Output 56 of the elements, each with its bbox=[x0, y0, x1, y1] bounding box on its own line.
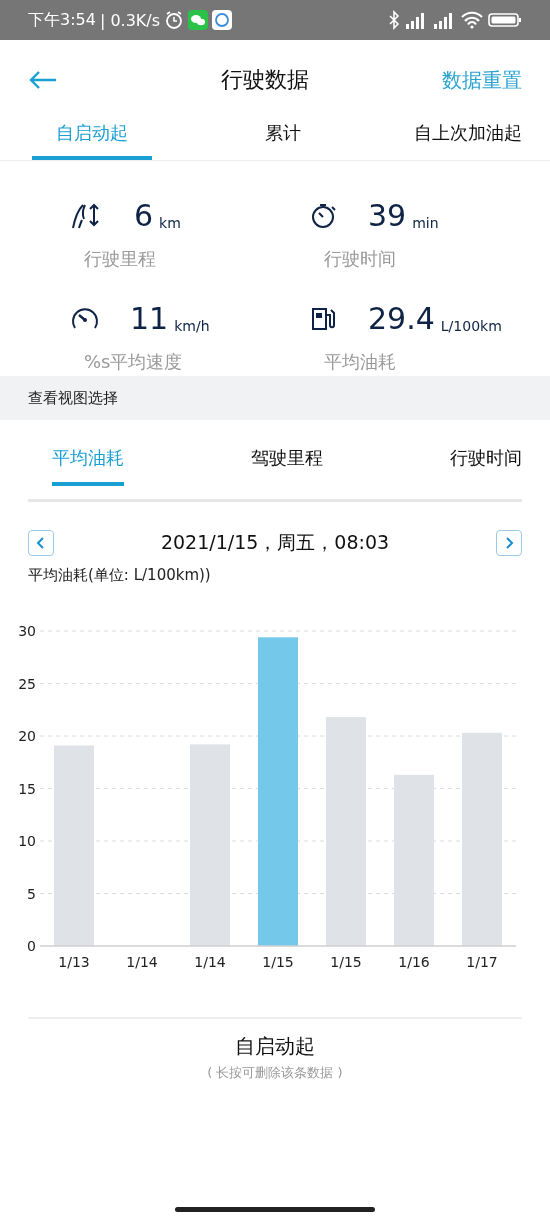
stat-unit: km bbox=[159, 215, 181, 231]
y-tick-label: 25 bbox=[18, 675, 36, 692]
battery-icon bbox=[488, 12, 522, 28]
stat-unit: km/h bbox=[174, 317, 210, 334]
view-tab[interactable]: 驾驶里程 bbox=[251, 446, 323, 486]
chat-app-icon bbox=[188, 10, 209, 30]
bar[interactable] bbox=[190, 744, 230, 946]
alarm-icon bbox=[164, 10, 185, 30]
back-arrow-icon[interactable] bbox=[28, 70, 58, 90]
wifi-icon bbox=[460, 11, 484, 29]
status-time: 下午3:54 bbox=[28, 9, 96, 31]
date-label: 2021/1/15，周五，08:03 bbox=[160, 530, 390, 555]
stat-unit: L/100km bbox=[440, 317, 502, 334]
bar[interactable] bbox=[394, 774, 434, 946]
x-tick-label: 1/15 bbox=[262, 954, 294, 970]
previous-button[interactable] bbox=[28, 530, 54, 556]
record-title: 自启动起 bbox=[235, 1033, 315, 1060]
y-tick-label: 5 bbox=[27, 885, 36, 902]
view-tab[interactable]: 行驶时间 bbox=[450, 446, 522, 486]
x-tick-label: 1/16 bbox=[398, 954, 430, 970]
stat-value: 6 bbox=[134, 201, 154, 231]
chevron-left-icon bbox=[36, 536, 46, 550]
x-tick-label: 1/15 bbox=[330, 954, 362, 970]
message-app-icon bbox=[212, 10, 233, 30]
stat-label: %s平均速度 bbox=[84, 349, 184, 374]
stat-unit: min bbox=[412, 215, 439, 231]
bar[interactable] bbox=[462, 732, 502, 946]
stat-label: 行驶里程 bbox=[84, 247, 157, 271]
page-title: 行驶数据 bbox=[220, 66, 310, 94]
x-tick-label: 1/14 bbox=[194, 954, 226, 970]
stat-value: 29.4 bbox=[368, 303, 435, 334]
stopwatch-icon bbox=[310, 202, 338, 230]
tab[interactable]: 自上次加油起 bbox=[414, 120, 522, 160]
x-tick-label: 1/14 bbox=[126, 954, 158, 970]
y-tick-label: 10 bbox=[18, 833, 36, 849]
chart-title: 平均油耗(单位: L/100km)) bbox=[27, 565, 212, 585]
x-tick-label: 1/17 bbox=[466, 954, 498, 970]
bar[interactable] bbox=[258, 637, 298, 946]
section-title: 查看视图选择 bbox=[28, 388, 118, 408]
y-tick-label: 20 bbox=[18, 728, 36, 744]
next-button[interactable] bbox=[496, 530, 522, 556]
bar[interactable] bbox=[54, 745, 94, 946]
bluetooth-icon bbox=[388, 10, 400, 30]
stat-value: 11 bbox=[130, 303, 169, 334]
stat-value: 39 bbox=[368, 201, 407, 231]
stat-label: 平均油耗 bbox=[324, 349, 397, 374]
y-tick-label: 0 bbox=[27, 938, 36, 954]
stat-label: 行驶时间 bbox=[324, 247, 397, 271]
chevron-right-icon bbox=[504, 536, 514, 550]
bar[interactable] bbox=[326, 717, 366, 946]
y-tick-label: 15 bbox=[18, 780, 36, 797]
tab[interactable]: 累计 bbox=[223, 120, 343, 160]
x-tick-label: 1/13 bbox=[58, 954, 90, 970]
y-tick-label: 30 bbox=[18, 623, 36, 639]
record-hint: ( 长按可删除该条数据 ) bbox=[207, 1064, 343, 1082]
network-speed: | 0.3K/s bbox=[99, 10, 161, 30]
